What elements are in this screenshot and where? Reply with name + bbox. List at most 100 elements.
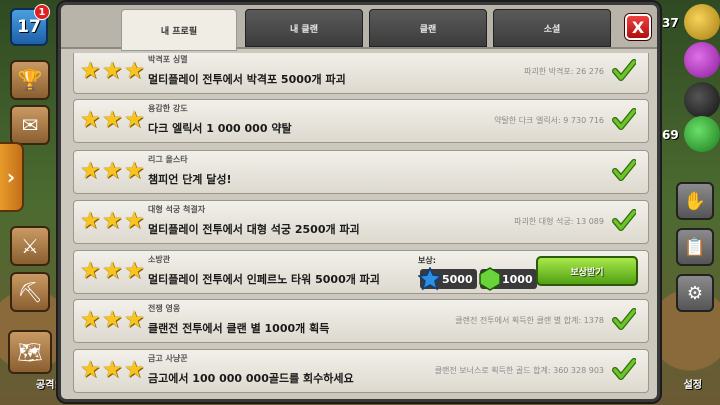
gem-reward: 1000 <box>479 267 537 291</box>
star-rating: ★ ★ ★ <box>80 307 145 333</box>
tab-my-clan[interactable]: 내 클랜 <box>245 9 363 47</box>
hand-button[interactable]: ✋ <box>676 182 714 220</box>
star-icon: ★ <box>80 258 101 284</box>
hand-icon: ✋ <box>683 190 707 212</box>
close-button[interactable]: X <box>625 14 651 40</box>
check-icon <box>612 159 637 183</box>
close-icon: X <box>631 17 645 37</box>
star-icon: ★ <box>102 208 123 234</box>
achievement-row: ★ ★ ★ 박격포 싱멸 멀티플레이 전투에서 박격포 5000개 파괴 파괴한 박격포:… <box>73 53 649 94</box>
achievement-name: 리그 올스타 <box>148 155 188 164</box>
gold-count: 37 <box>662 16 679 30</box>
star-icon: ★ <box>80 307 101 333</box>
achievement-description: 클랜전 전투에서 클랜 별 1000개 획득 <box>148 322 330 335</box>
star-icon: ★ <box>80 158 101 184</box>
check-icon <box>612 308 637 332</box>
achievement-description: 멀티플레이 전투에서 대형 석궁 2500개 파괴 <box>148 223 360 236</box>
gear-icon: ⚙ <box>686 282 704 304</box>
achievement-name: 대형 석궁 척결자 <box>148 205 206 214</box>
tab-bar: 내 프로필 내 클랜 클랜 소셜 X <box>61 5 657 51</box>
reward-label: 보상: <box>418 256 436 265</box>
tab-label: 내 클랜 <box>290 24 318 35</box>
attack-button[interactable]: 🗺 <box>8 330 52 374</box>
elixir-orb-icon <box>684 42 720 78</box>
achievement-description: 다크 엘릭서 1 000 000 약탈 <box>148 122 292 135</box>
star-icon: ★ <box>102 58 123 84</box>
left-hud: 17 1 🏆 ✉ › ⚔ ⛏ 🗺 공격! <box>0 0 60 405</box>
check-icon <box>612 358 637 382</box>
achievement-row: ★ ★ ★ 금고 사냥꾼 금고에서 100 000 000골드를 회수하세요 클랜전 보너… <box>73 349 649 393</box>
claim-reward-button[interactable]: 보상받기 <box>536 256 638 286</box>
star-icon: ★ <box>124 357 145 383</box>
star-icon: ★ <box>80 208 101 234</box>
star-rating: ★ ★ ★ <box>80 357 145 383</box>
star-icon: ★ <box>80 58 101 84</box>
star-icon: ★ <box>80 107 101 133</box>
profile-panel: 내 프로필 내 클랜 클랜 소셜 X ★ ★ ★ 박격포 싱멸 멀티플레이 전투에서 박… <box>58 2 660 402</box>
star-icon: ★ <box>102 357 123 383</box>
achievement-row: ★ ★ ★ 대형 석궁 척결자 멀티플레이 전투에서 대형 석궁 2500개 파괴 파괴한… <box>73 200 649 244</box>
achievement-description: 챔피언 단계 달성! <box>148 173 232 186</box>
check-icon <box>612 59 637 83</box>
xp-star-icon <box>418 267 442 291</box>
tab-label: 소셜 <box>543 24 561 35</box>
star-rating: ★ ★ ★ <box>80 107 145 133</box>
achievement-row: ★ ★ ★ 전쟁 영웅 클랜전 전투에서 클랜 별 1000개 획득 클랜전 전투에서 획… <box>73 299 649 343</box>
expand-menu-button[interactable]: › <box>0 142 24 212</box>
star-icon: ★ <box>124 107 145 133</box>
achievement-progress: 클랜전 보너스로 획득한 골드 합계: 360 328 903 <box>434 366 604 375</box>
xp-reward-value: 5000 <box>442 272 473 286</box>
achievement-row: ★ ★ ★ 소방관 멀티플레이 전투에서 인페르노 타워 5000개 파괴 보상: 5000… <box>73 250 649 294</box>
star-icon: ★ <box>124 58 145 84</box>
tab-label: 클랜 <box>419 24 437 35</box>
star-icon: ★ <box>102 158 123 184</box>
gear-button[interactable]: ⚙ <box>676 274 714 312</box>
gem-count: 69 <box>662 128 679 142</box>
star-icon: ★ <box>102 258 123 284</box>
chevron-right-icon: › <box>6 165 16 189</box>
achievement-name: 박격포 싱멸 <box>148 55 188 64</box>
achievement-name: 용감한 강도 <box>148 104 188 113</box>
mail-button[interactable]: ✉ <box>10 105 50 145</box>
achievement-progress: 클랜전 전투에서 획득한 클랜 별 합계: 1378 <box>455 316 604 325</box>
clipboard-icon: 📋 <box>683 236 707 258</box>
achievement-row: ★ ★ ★ 용감한 강도 다크 엘릭서 1 000 000 약탈 약탈한 다크 엘릭서: … <box>73 99 649 143</box>
claim-reward-label: 보상받기 <box>570 267 604 278</box>
achievement-progress: 파괴한 박격포: 26 276 <box>524 67 604 76</box>
star-icon: ★ <box>124 258 145 284</box>
tab-my-profile[interactable]: 내 프로필 <box>121 9 237 51</box>
player-level: 17 <box>17 17 41 37</box>
right-hud: 37 69 ✋ 📋 ⚙ 설정 <box>656 0 720 405</box>
clipboard-button[interactable]: 📋 <box>676 228 714 266</box>
star-icon: ★ <box>124 307 145 333</box>
achievement-list[interactable]: ★ ★ ★ 박격포 싱멸 멀티플레이 전투에서 박격포 5000개 파괴 파괴한 박격포:… <box>69 53 651 399</box>
gem-icon <box>479 267 501 291</box>
gem-reward-value: 1000 <box>502 272 533 286</box>
tab-clans[interactable]: 클랜 <box>369 9 487 47</box>
achievement-description: 멀티플레이 전투에서 박격포 5000개 파괴 <box>148 73 346 86</box>
star-rating: ★ ★ ★ <box>80 158 145 184</box>
star-rating: ★ ★ ★ <box>80 58 145 84</box>
star-rating: ★ ★ ★ <box>80 208 145 234</box>
notification-badge: 1 <box>34 4 50 20</box>
achievement-name: 전쟁 영웅 <box>148 304 181 313</box>
star-icon: ★ <box>102 107 123 133</box>
builder-icon: ⛏ <box>17 280 43 304</box>
attack-label: 공격! <box>36 380 59 391</box>
achievement-description: 멀티플레이 전투에서 인페르노 타워 5000개 파괴 <box>148 273 380 286</box>
xp-reward: 5000 <box>418 267 477 291</box>
sword-icon: ⚔ <box>21 234 39 258</box>
builder-button[interactable]: ⛏ <box>10 272 50 312</box>
battle-log-button[interactable]: ⚔ <box>10 226 50 266</box>
trophy-button[interactable]: 🏆 <box>10 60 50 100</box>
tab-label: 내 프로필 <box>160 26 198 37</box>
mail-icon: ✉ <box>21 113 39 137</box>
star-icon: ★ <box>124 208 145 234</box>
achievement-progress: 약탈한 다크 엘릭서: 9 730 716 <box>494 116 604 125</box>
settings-label: 설정 <box>683 380 702 391</box>
check-icon <box>612 209 637 233</box>
check-icon <box>612 108 637 132</box>
achievement-row: ★ ★ ★ 리그 올스타챔피언 단계 달성! <box>73 150 649 194</box>
star-rating: ★ ★ ★ <box>80 258 145 284</box>
tab-social[interactable]: 소셜 <box>493 9 611 47</box>
